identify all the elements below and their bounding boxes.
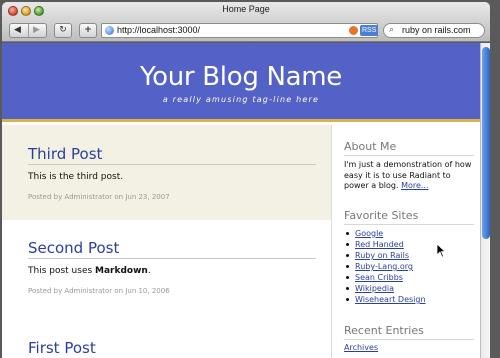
blog-header: Your Blog Name a really amusing tag-line… (2, 43, 480, 122)
add-bookmark-button[interactable]: + (79, 23, 97, 38)
favorite-link-sean-cribbs[interactable]: Sean Cribbs (355, 273, 403, 282)
title-bar: Home Page (2, 2, 490, 19)
divider (28, 24, 29, 37)
post-title[interactable]: First Post (28, 339, 96, 357)
post-divider (28, 164, 316, 165)
favorite-item: Ruby on Rails (344, 250, 426, 261)
browser-window: Home Page ◀ ▶ ↻ + http://localhost:3000/… (0, 0, 500, 358)
sidebar-divider (344, 224, 474, 225)
favorites-list: Google Red Handed Ruby on Rails Ruby-Lan… (344, 228, 426, 305)
post-body: This is the third post. (28, 172, 124, 182)
about-more-link[interactable]: More... (401, 181, 428, 190)
mouse-pointer-icon (437, 244, 446, 258)
about-text: I'm just a demonstration of how easy it … (344, 160, 474, 192)
browser-toolbar: ◀ ▶ ↻ + http://localhost:3000/ RSS ⌕ rub… (2, 20, 490, 42)
scrollbar-thumb[interactable] (482, 47, 490, 239)
post-divider (28, 258, 316, 259)
post-body-bold: Markdown (95, 266, 148, 276)
vertical-scrollbar[interactable] (480, 43, 490, 358)
address-bar[interactable]: http://localhost:3000/ RSS (101, 23, 379, 38)
back-forward-buttons: ◀ ▶ (9, 23, 47, 38)
post-title[interactable]: Third Post (28, 145, 102, 163)
browser-chrome: Home Page ◀ ▶ ↻ + http://localhost:3000/… (2, 2, 490, 42)
post-body-text: This post uses (28, 266, 96, 276)
favorite-link-wiseheart-design[interactable]: Wiseheart Design (355, 295, 426, 304)
favorite-link-ruby-lang[interactable]: Ruby-Lang.org (355, 262, 413, 271)
favorite-item: Google (344, 228, 426, 239)
main-content: Third Post This is the third post. Poste… (2, 125, 331, 358)
sidebar-divider (344, 339, 474, 340)
page-viewport: Your Blog Name a really amusing tag-line… (2, 43, 480, 358)
favorite-link-wikipedia[interactable]: Wikipedia (355, 284, 394, 293)
post-first: First Post (2, 320, 331, 358)
recent-entries-heading: Recent Entries (344, 324, 424, 337)
blog-tagline: a really amusing tag-line here (162, 95, 320, 104)
favorite-item: Wiseheart Design (344, 294, 426, 305)
about-heading: About Me (344, 140, 397, 153)
search-input[interactable]: ruby on rails.com (402, 25, 471, 35)
archives-link[interactable]: Archives (344, 343, 378, 352)
post-second: Second Post This post uses Markdown. Pos… (2, 220, 331, 320)
favorite-link-google[interactable]: Google (355, 229, 383, 238)
favorite-item: Red Handed (344, 239, 426, 250)
search-icon: ⌕ (389, 25, 395, 35)
post-meta: Posted by Administrator on Jun 23, 2007 (28, 193, 170, 201)
favorite-item: Wikipedia (344, 283, 426, 294)
favorite-item: Sean Cribbs (344, 272, 426, 283)
favorite-link-ruby-on-rails[interactable]: Ruby on Rails (355, 251, 409, 260)
reload-button[interactable]: ↻ (54, 23, 72, 38)
plus-icon: + (84, 25, 92, 35)
sidebar: About Me I'm just a demonstration of how… (331, 125, 480, 358)
favorite-item: Ruby-Lang.org (344, 261, 426, 272)
favorites-heading: Favorite Sites (344, 209, 419, 222)
favorite-link-red-handed[interactable]: Red Handed (355, 240, 404, 249)
address-bar-url[interactable]: http://localhost:3000/ (117, 25, 200, 35)
reload-icon: ↻ (59, 25, 67, 35)
post-body: This post uses Markdown. (28, 266, 151, 276)
globe-icon (105, 26, 114, 35)
post-meta: Posted by Administrator on Jun 10, 2006 (28, 287, 170, 295)
post-title[interactable]: Second Post (28, 239, 119, 257)
rss-button[interactable]: RSS (360, 25, 379, 36)
sidebar-divider (344, 155, 474, 156)
blog-name[interactable]: Your Blog Name (2, 62, 480, 92)
post-third: Third Post This is the third post. Poste… (2, 125, 331, 220)
window-title: Home Page (222, 4, 270, 14)
back-arrow-icon[interactable]: ◀ (14, 24, 21, 37)
post-body-end: . (147, 266, 151, 276)
search-field[interactable]: ⌕ ruby on rails.com (383, 23, 485, 38)
forward-arrow-icon[interactable]: ▶ (33, 24, 40, 37)
stop-loading-icon[interactable] (349, 26, 358, 35)
